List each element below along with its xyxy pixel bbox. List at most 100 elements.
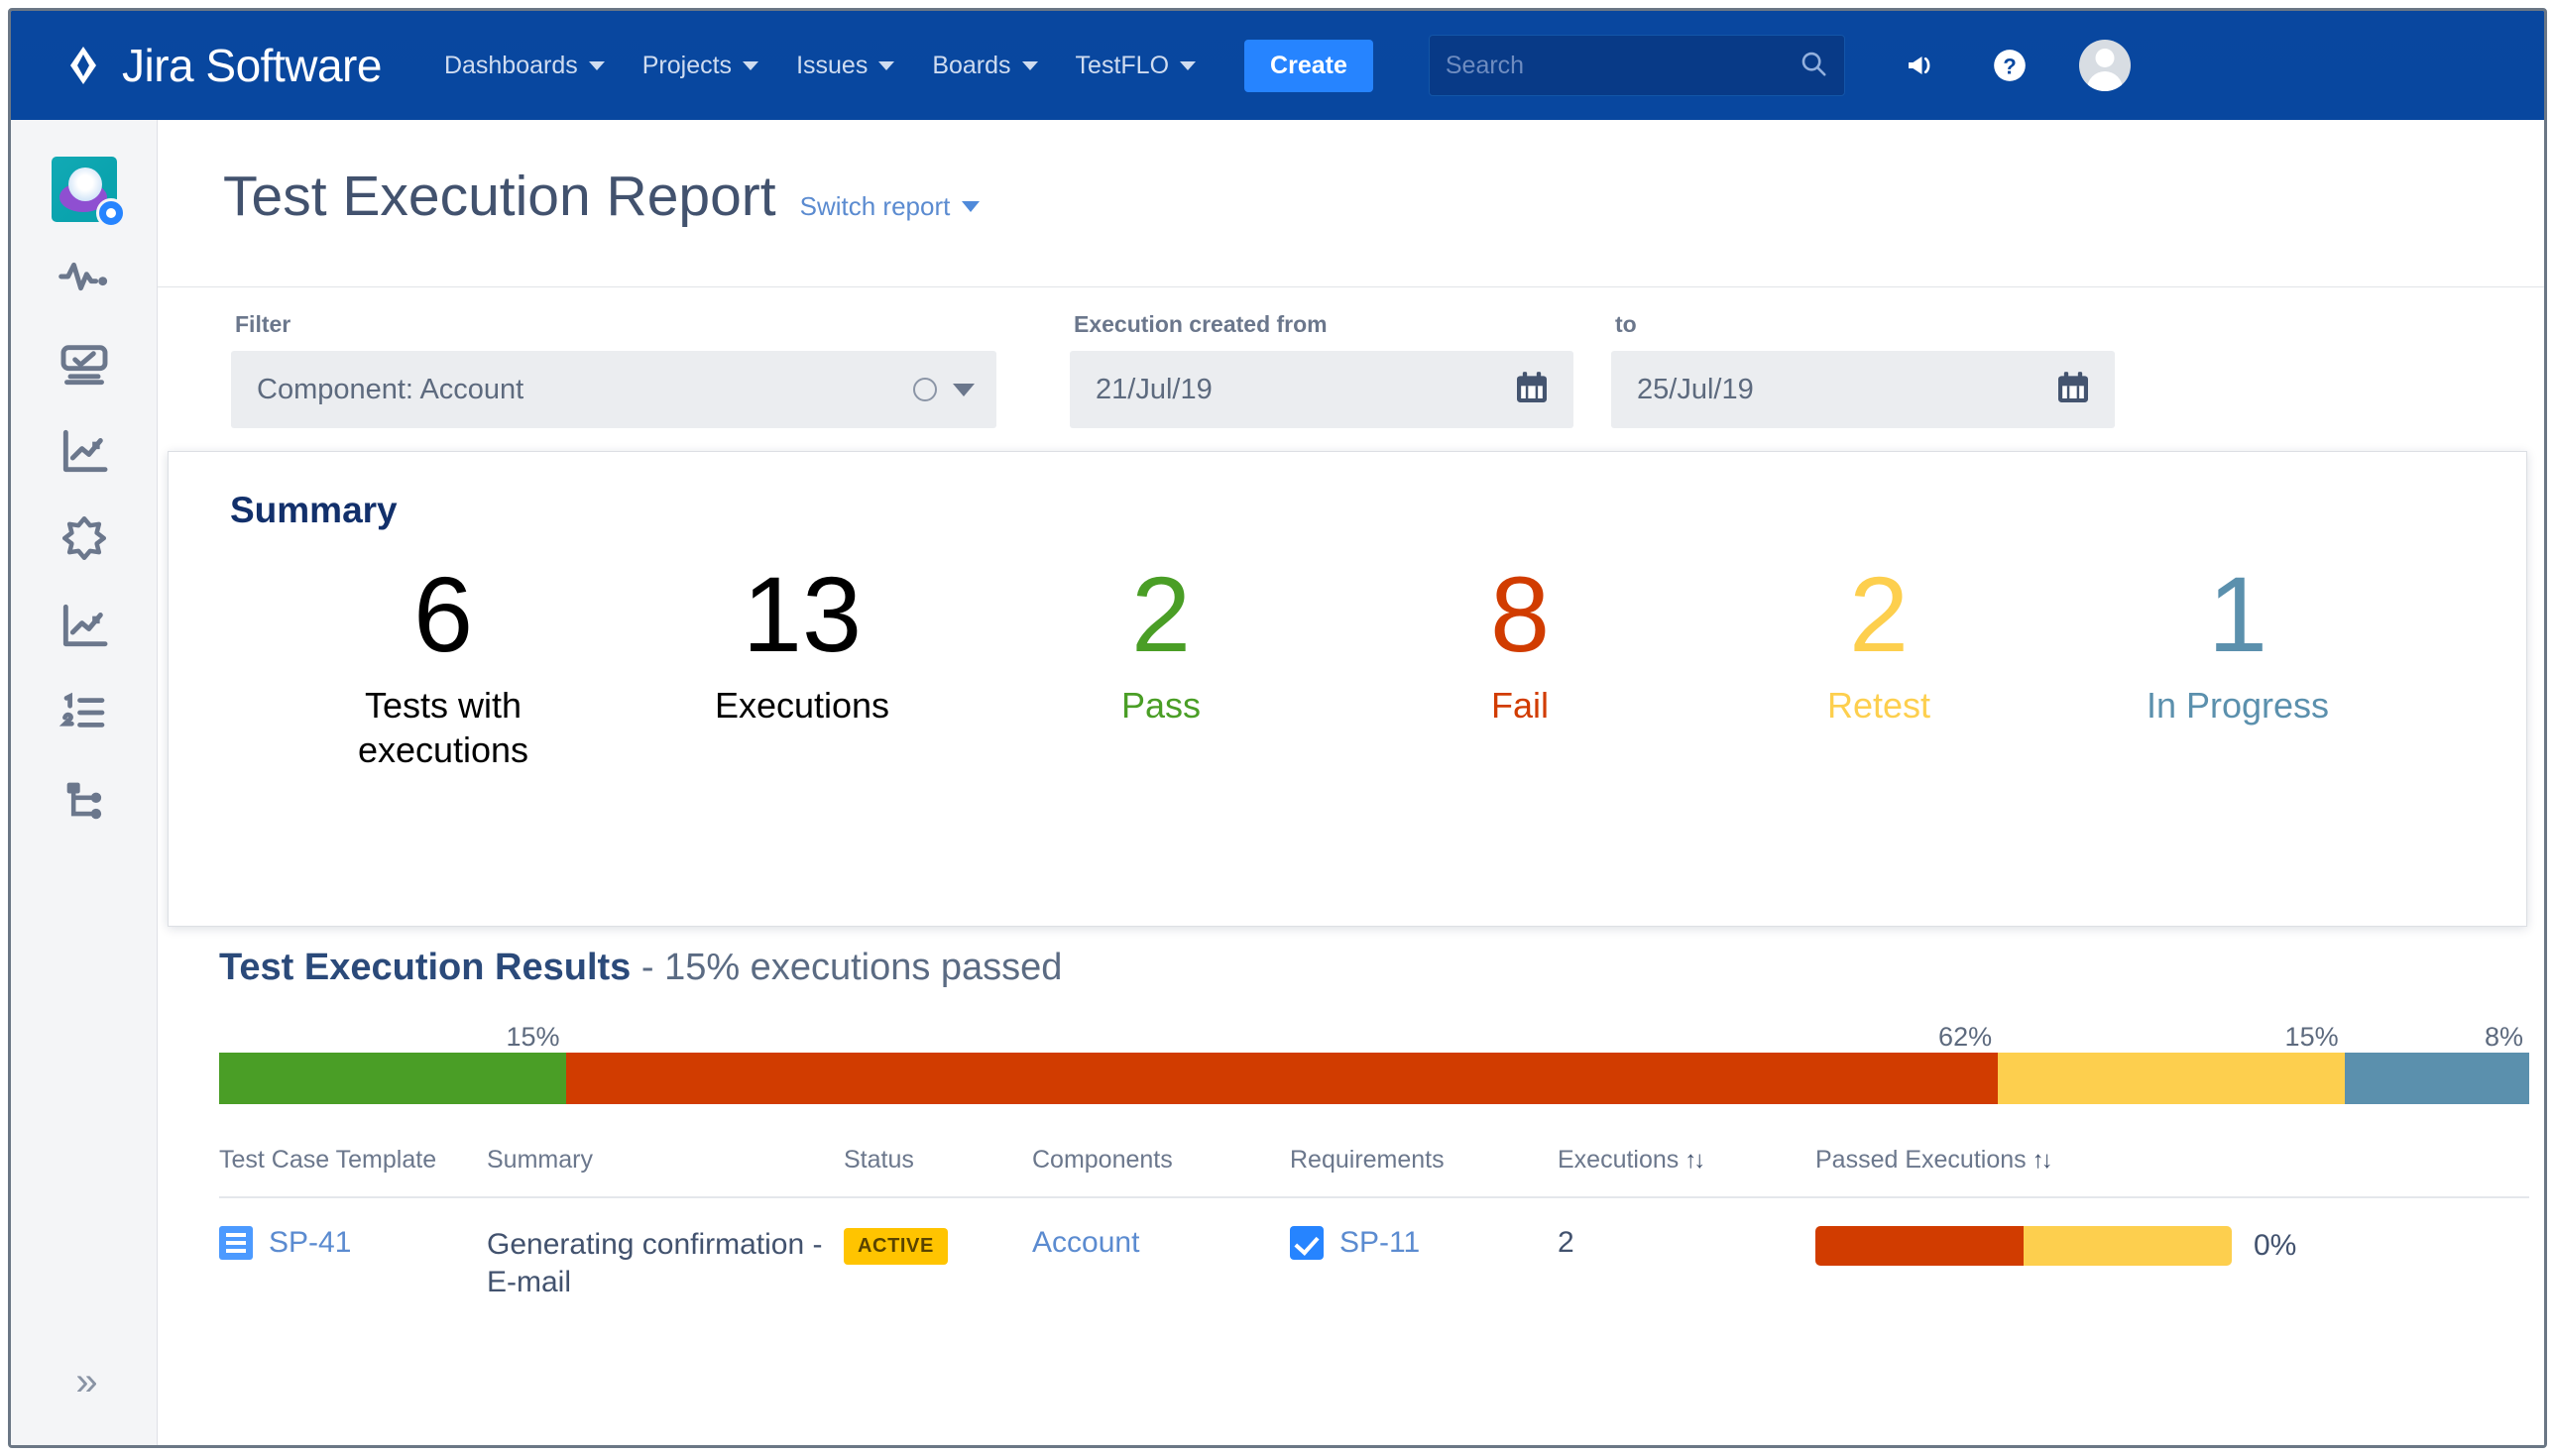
cell-test-case-template: SP-41	[219, 1197, 487, 1324]
cell-executions: 2	[1558, 1226, 1574, 1259]
sidebar-item-sprint[interactable]	[41, 495, 128, 582]
pulse-icon	[57, 249, 112, 304]
stat-executions: 13 Executions	[623, 554, 982, 772]
chevron-down-icon	[588, 60, 605, 70]
sidebar-expand-button[interactable]: »	[75, 1362, 97, 1401]
filter-label: Filter	[235, 311, 291, 337]
clear-icon[interactable]	[913, 378, 937, 401]
calendar-icon[interactable]	[1512, 368, 1552, 412]
nav-item-dashboards[interactable]: Dashboards	[425, 42, 624, 90]
search-input[interactable]	[1445, 51, 1799, 80]
table-header-row: Test Case Template Summary Status Compon…	[219, 1146, 2529, 1197]
avatar[interactable]	[2078, 40, 2131, 91]
stack-label-fail: 62%	[1938, 1022, 1993, 1052]
svg-text:?: ?	[2003, 55, 2017, 79]
date-from-block: Execution created from 21/Jul/19	[1070, 311, 1573, 428]
avatar-badge-icon	[95, 198, 126, 228]
navbar-right-icons: ?	[1901, 40, 2131, 91]
starburst-icon	[58, 511, 111, 565]
date-to-label: to	[1615, 311, 1637, 337]
stack-segment-retest	[1998, 1053, 2345, 1104]
chevron-down-icon	[1021, 60, 1038, 70]
col-status[interactable]: Status	[844, 1146, 1032, 1197]
stacked-chart-labels: 15% 62% 15% 8%	[219, 1011, 2529, 1053]
avatar-blob-white	[67, 168, 102, 201]
date-to-value: 25/Jul/19	[1637, 373, 1754, 405]
summary-title: Summary	[230, 490, 398, 530]
product-name: Jira Software	[122, 40, 382, 91]
stat-fail: 8 Fail	[1340, 554, 1699, 772]
status-badge: ACTIVE	[844, 1228, 948, 1265]
sidebar-item-reports-2[interactable]	[41, 582, 128, 669]
chevron-down-icon	[962, 201, 981, 212]
col-requirements[interactable]: Requirements	[1290, 1146, 1558, 1197]
switch-report-link[interactable]: Switch report	[800, 191, 981, 222]
col-passed-executions[interactable]: Passed Executions ↑↓	[1815, 1146, 2529, 1197]
sidebar-item-structure[interactable]	[41, 756, 128, 843]
filter-value: Component: Account	[257, 373, 524, 405]
search-box[interactable]	[1428, 35, 1845, 96]
nav-label-issues: Issues	[796, 51, 869, 79]
stat-value: 6	[412, 554, 474, 674]
col-label: Test Case Template	[219, 1146, 437, 1174]
filter-bar: Filter Component: Account Execution crea…	[158, 287, 2544, 438]
nav-item-issues[interactable]: Issues	[777, 42, 913, 90]
chevron-down-icon	[743, 60, 759, 70]
sidebar-item-project[interactable]	[41, 146, 128, 233]
test-case-template-icon	[219, 1226, 253, 1260]
col-test-case-template[interactable]: Test Case Template	[219, 1146, 487, 1197]
col-executions[interactable]: Executions ↑↓	[1558, 1146, 1815, 1197]
sidebar-item-board[interactable]	[41, 320, 128, 407]
page-header: Test Execution Report Switch report	[158, 120, 2544, 235]
cell-summary: Generating confirmation - E-mail	[487, 1228, 823, 1299]
stacked-results-chart: 15% 62% 15% 8%	[219, 1011, 2529, 1104]
col-components[interactable]: Components	[1032, 1146, 1290, 1197]
stat-value: 8	[1489, 554, 1551, 674]
page-title: Test Execution Report	[223, 165, 776, 228]
chevron-down-icon[interactable]	[953, 383, 975, 396]
sidebar-item-reports[interactable]	[41, 407, 128, 495]
top-navbar: Jira Software Dashboards Projects Issues…	[11, 11, 2544, 120]
chart-icon	[57, 598, 112, 653]
results-table: Test Case Template Summary Status Compon…	[219, 1146, 2529, 1324]
sort-icon[interactable]: ↑↓	[2032, 1147, 2053, 1175]
calendar-icon[interactable]	[2053, 368, 2093, 412]
sort-icon[interactable]: ↑↓	[1684, 1147, 1705, 1175]
col-label: Passed Executions	[1815, 1146, 2027, 1174]
help-icon[interactable]: ?	[1990, 46, 2030, 85]
table-row[interactable]: SP-41 Generating confirmation - E-mail A…	[219, 1197, 2529, 1324]
summary-card: Summary 6 Tests with executions 13 Execu…	[168, 451, 2527, 927]
col-label: Executions	[1558, 1146, 1680, 1174]
jira-window: Jira Software Dashboards Projects Issues…	[8, 8, 2547, 1448]
sidebar-item-backlog[interactable]	[41, 669, 128, 756]
nav-label-projects: Projects	[641, 51, 733, 79]
col-summary[interactable]: Summary	[487, 1146, 844, 1197]
nav-item-boards[interactable]: Boards	[913, 42, 1056, 90]
col-label: Summary	[487, 1146, 593, 1174]
megaphone-icon[interactable]	[1901, 46, 1940, 85]
nav-item-testflo[interactable]: TestFLO	[1057, 42, 1215, 90]
nav-item-projects[interactable]: Projects	[624, 42, 777, 90]
stat-label: Retest	[1826, 684, 1931, 726]
jira-logo[interactable]: Jira Software	[62, 39, 382, 92]
table-body: SP-41 Generating confirmation - E-mail A…	[219, 1197, 2529, 1324]
test-case-template-link[interactable]: SP-41	[269, 1226, 351, 1260]
passed-percent: 0%	[2254, 1229, 2297, 1262]
stat-label: In Progress	[2146, 684, 2330, 726]
results-heading-rest: - 15% executions passed	[631, 947, 1063, 988]
date-to-block: to 25/Jul/19	[1611, 311, 2115, 428]
create-button[interactable]: Create	[1244, 39, 1373, 92]
search-icon[interactable]	[1799, 49, 1828, 83]
filter-select[interactable]: Component: Account	[231, 351, 996, 428]
date-to-field[interactable]: 25/Jul/19	[1611, 351, 2115, 428]
stat-label: Executions	[714, 684, 890, 726]
sidebar-item-activity[interactable]	[41, 233, 128, 320]
stat-value: 13	[742, 554, 863, 674]
cell-passed-executions: 0%	[1815, 1197, 2529, 1324]
col-label: Components	[1032, 1146, 1173, 1174]
component-link[interactable]: Account	[1032, 1226, 1139, 1259]
date-from-field[interactable]: 21/Jul/19	[1070, 351, 1573, 428]
col-label: Status	[844, 1146, 914, 1174]
requirement-link[interactable]: SP-11	[1339, 1226, 1420, 1260]
stat-pass: 2 Pass	[982, 556, 1340, 772]
